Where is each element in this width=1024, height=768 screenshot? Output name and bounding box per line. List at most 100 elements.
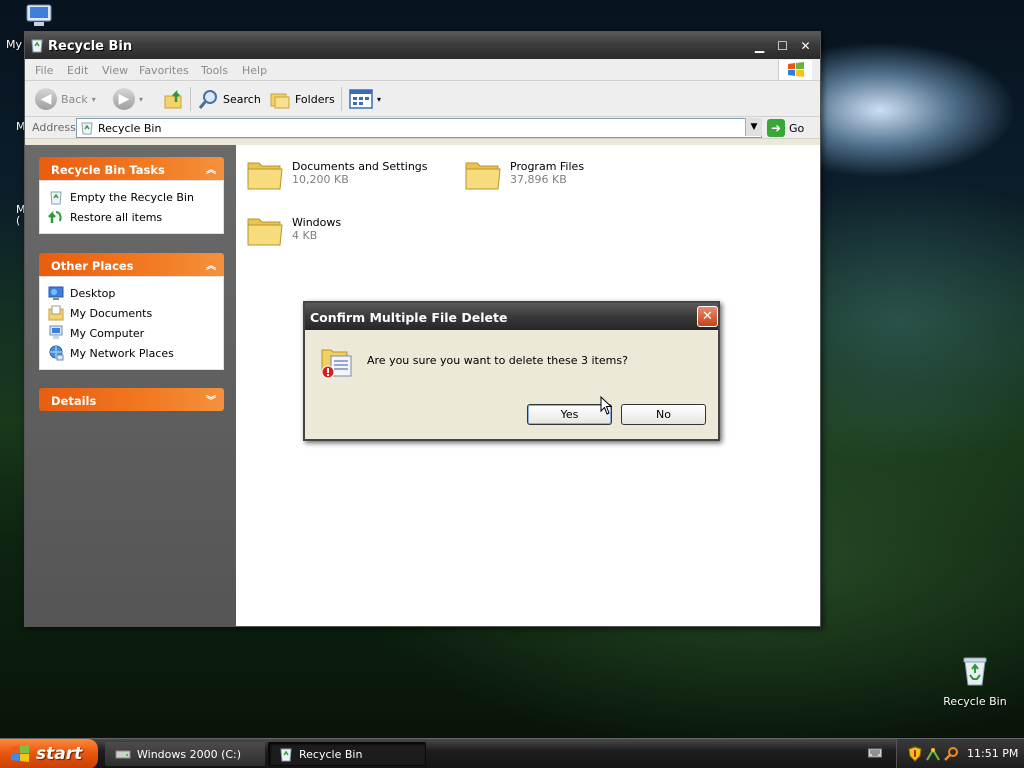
confirm-delete-dialog: Confirm Multiple File Delete ✕ Are you s… (303, 301, 720, 441)
window-titlebar[interactable]: Recycle Bin ▁ ☐ ✕ (25, 32, 820, 59)
my-documents-icon (48, 305, 64, 321)
views-button[interactable]: ▾ (349, 87, 381, 111)
folders-icon (270, 93, 290, 109)
go-label: Go (789, 121, 805, 135)
search-button[interactable]: Search (197, 87, 261, 111)
start-button[interactable]: start (0, 739, 98, 768)
folders-button[interactable]: Folders (269, 87, 335, 111)
file-name: Documents and Settings (292, 160, 428, 173)
panel-header[interactable]: Recycle Bin Tasks ︽ (39, 157, 224, 180)
forward-button[interactable]: ▶ ▾ (113, 87, 143, 111)
up-folder-button[interactable] (163, 87, 185, 111)
panel-header[interactable]: Details ︾ (39, 388, 224, 411)
security-shield-icon[interactable] (907, 746, 923, 762)
close-button[interactable]: ✕ (795, 37, 816, 55)
task-empty-recycle-bin[interactable]: Empty the Recycle Bin (48, 187, 223, 207)
chevron-up-icon[interactable]: ︽ (206, 257, 216, 272)
recycle-bin-icon (31, 39, 43, 53)
panel-title: Recycle Bin Tasks (51, 163, 165, 177)
views-icon (349, 89, 373, 109)
dialog-message: Are you sure you want to delete these 3 … (367, 354, 628, 367)
taskbar-button-label: Windows 2000 (C:) (137, 747, 242, 761)
up-folder-icon (164, 89, 182, 109)
task-label: Restore all items (70, 210, 163, 224)
windows-logo-icon (778, 60, 812, 80)
recycle-bin-icon (50, 191, 62, 205)
mouse-cursor-icon (600, 396, 613, 415)
start-label: start (36, 744, 83, 764)
chevron-down-icon: ▾ (139, 94, 144, 104)
address-dropdown-button[interactable]: ▼ (745, 118, 762, 136)
system-tray: 11:51 PM (896, 739, 1024, 768)
back-label: Back (61, 92, 88, 106)
desktop-icon-partial-label[interactable]: ( (16, 214, 20, 227)
no-button[interactable]: No (621, 404, 706, 425)
taskbar-button-recycle-bin[interactable]: Recycle Bin (268, 742, 426, 766)
address-input[interactable]: Recycle Bin (76, 118, 762, 138)
file-item[interactable]: Windows 4 KB (246, 211, 456, 259)
restore-arrow-icon (48, 210, 62, 223)
forward-arrow-icon: ▶ (113, 88, 135, 110)
place-label: Desktop (70, 286, 116, 300)
recycle-bin-icon (963, 657, 987, 686)
dialog-titlebar[interactable]: Confirm Multiple File Delete ✕ (305, 303, 718, 330)
delete-warning-icon (321, 349, 352, 379)
recycle-bin-icon (280, 748, 292, 762)
standard-toolbar: ◀ Back ▾ ▶ ▾ Search Folders ▾ (25, 81, 820, 117)
chevron-up-icon[interactable]: ︽ (206, 161, 216, 176)
close-icon: ✕ (702, 309, 713, 324)
folder-icon (247, 162, 283, 190)
place-my-computer[interactable]: My Computer (48, 323, 223, 343)
file-size: 37,896 KB (510, 173, 567, 186)
address-label: Address (32, 121, 76, 134)
taskbar: start Windows 2000 (C:) Recycle Bin 11:5… (0, 738, 1024, 768)
network-connection-icon[interactable] (925, 746, 941, 762)
chevron-down-icon[interactable]: ︾ (206, 392, 216, 407)
menu-favorites[interactable]: Favorites (139, 64, 189, 77)
chevron-down-icon: ▾ (377, 94, 382, 104)
place-my-documents[interactable]: My Documents (48, 303, 223, 323)
place-desktop[interactable]: Desktop (48, 283, 223, 303)
desktop-icon-recycle-bin[interactable]: Recycle Bin (940, 655, 1010, 715)
keyboard-icon[interactable] (868, 747, 882, 759)
desktop-icon-label: My (6, 38, 23, 51)
file-item[interactable]: Documents and Settings 10,200 KB (246, 155, 456, 203)
panel-header[interactable]: Other Places ︽ (39, 253, 224, 276)
panel-body: Desktop My Documents My Computer My Netw… (39, 276, 224, 370)
chevron-down-icon: ▾ (91, 94, 96, 104)
go-arrow-icon: ➜ (767, 119, 785, 137)
address-bar: Address Recycle Bin ▼ ➜ Go (25, 117, 820, 139)
folders-label: Folders (295, 92, 335, 106)
computer-icon (49, 325, 63, 339)
minimize-button[interactable]: ▁ (749, 37, 770, 55)
computer-icon (26, 4, 52, 26)
clock[interactable]: 11:51 PM (967, 747, 1018, 760)
panel-title: Details (51, 394, 97, 408)
window-title: Recycle Bin (48, 39, 133, 54)
menu-tools[interactable]: Tools (201, 64, 228, 77)
maximize-button[interactable]: ☐ (772, 37, 793, 55)
close-icon: ✕ (800, 39, 811, 53)
task-pane: Recycle Bin Tasks ︽ Empty the Recycle Bi… (25, 145, 236, 626)
taskbar-button-windows-2000[interactable]: Windows 2000 (C:) (105, 742, 265, 766)
dialog-title: Confirm Multiple File Delete (310, 310, 508, 325)
network-icon (49, 345, 64, 361)
back-arrow-icon: ◀ (35, 88, 57, 110)
folder-icon (247, 218, 283, 246)
menu-view[interactable]: View (102, 64, 128, 77)
place-my-network-places[interactable]: My Network Places (48, 343, 223, 363)
go-button[interactable]: ➜ Go (767, 118, 804, 138)
search-icon[interactable] (943, 746, 959, 762)
details-panel: Details ︾ (39, 388, 224, 411)
back-button[interactable]: ◀ Back ▾ (35, 87, 96, 111)
dialog-close-button[interactable]: ✕ (697, 306, 718, 327)
menu-file[interactable]: File (35, 64, 53, 77)
menu-help[interactable]: Help (242, 64, 267, 77)
menu-edit[interactable]: Edit (67, 64, 88, 77)
folder-icon (465, 162, 501, 190)
search-label: Search (223, 92, 261, 106)
file-item[interactable]: Program Files 37,896 KB (464, 155, 674, 203)
task-restore-all-items[interactable]: Restore all items (48, 207, 223, 227)
menu-bar: File Edit View Favorites Tools Help (25, 59, 820, 81)
file-name: Windows (292, 216, 342, 229)
